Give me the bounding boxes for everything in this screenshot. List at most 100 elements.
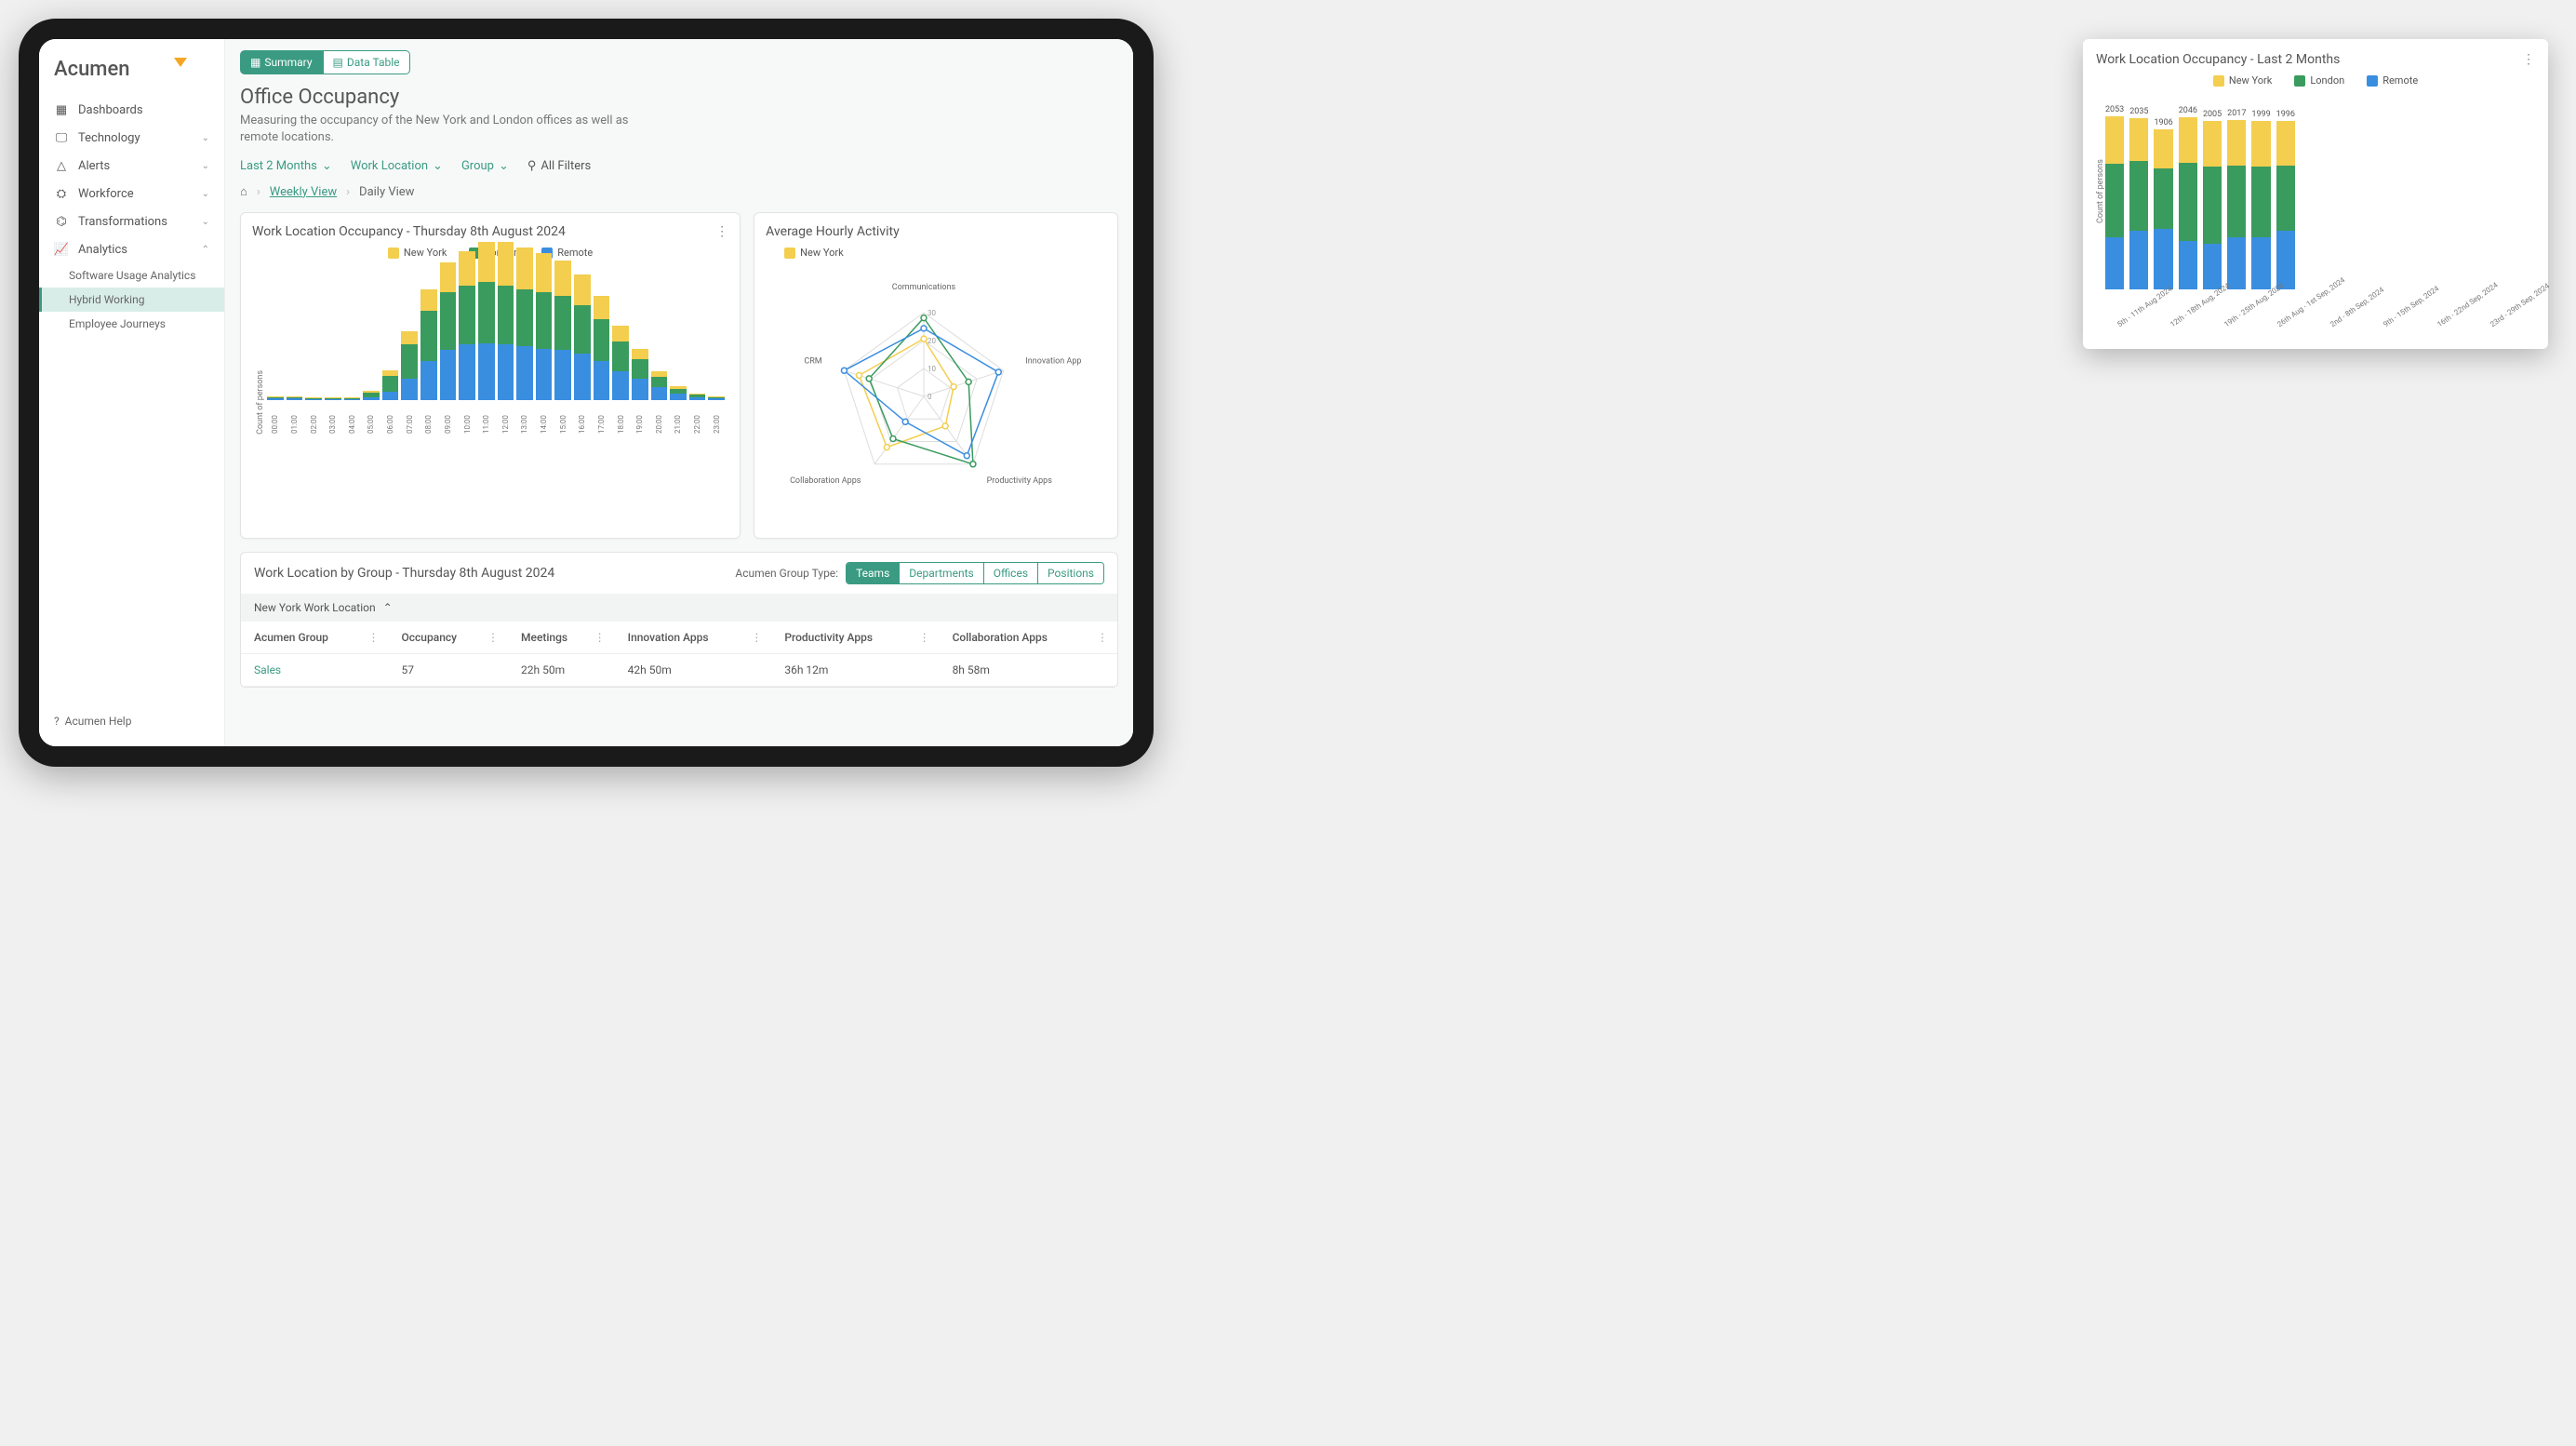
weekly-popup-card: Work Location Occupancy - Last 2 Months⋮…	[2083, 39, 2548, 349]
alert-icon: △	[54, 158, 69, 173]
x-tick-label: 00:00	[271, 406, 279, 434]
nav-item-analytics[interactable]: 📈Analytics⌃	[39, 235, 224, 263]
column-menu-icon[interactable]: ⋮	[594, 631, 606, 644]
all-filters-button[interactable]: ⚲All Filters	[527, 159, 591, 173]
bar-segment	[516, 248, 533, 289]
bar-segment	[440, 262, 457, 292]
bar-segment	[708, 398, 725, 400]
bar-segment	[478, 242, 495, 282]
radar-point	[921, 337, 927, 342]
radar-point	[970, 462, 976, 467]
x-tick-label: 9th - 15th Sep, 2024	[2382, 301, 2417, 328]
bar-segment	[363, 397, 380, 401]
bar-column: 22:00	[689, 394, 706, 435]
chevron-down-icon: ⌄	[433, 159, 443, 173]
column-menu-icon[interactable]: ⋮	[487, 631, 499, 644]
bar-column: 1996	[2276, 110, 2295, 289]
bar-segment	[594, 361, 610, 401]
column-header[interactable]: Productivity Apps⋮	[771, 622, 939, 654]
cell-occupancy: 57	[389, 654, 509, 687]
bar-column: 08:00	[420, 289, 437, 435]
bar-total-label: 2035	[2129, 107, 2148, 116]
cell-group[interactable]: Sales	[241, 654, 389, 687]
bar-segment	[401, 379, 418, 400]
tab-positions[interactable]: Positions	[1037, 563, 1103, 583]
bar-segment	[632, 359, 648, 380]
column-header[interactable]: Meetings⋮	[508, 622, 615, 654]
x-tick-label: 22:00	[693, 406, 701, 434]
column-header[interactable]: Innovation Apps⋮	[615, 622, 772, 654]
bar-segment	[2203, 121, 2222, 167]
radar-point	[921, 315, 927, 321]
help-link[interactable]: ?Acumen Help	[54, 715, 131, 728]
bar-segment	[382, 392, 399, 400]
bar-segment	[2251, 167, 2270, 237]
filter-period[interactable]: Last 2 Months⌄	[240, 159, 332, 173]
radar-point	[884, 445, 889, 450]
bar-segment	[689, 397, 706, 401]
column-menu-icon[interactable]: ⋮	[1097, 631, 1108, 644]
chevron-down-icon: ⌄	[202, 217, 209, 227]
nav-item-workforce[interactable]: ⛭Workforce⌄	[39, 180, 224, 208]
popup-menu-button[interactable]: ⋮	[2522, 52, 2535, 67]
bar-segment	[516, 346, 533, 400]
legend-swatch-ldn	[2294, 75, 2305, 87]
column-header[interactable]: Collaboration Apps⋮	[940, 622, 1117, 654]
tab-offices[interactable]: Offices	[983, 563, 1037, 583]
column-menu-icon[interactable]: ⋮	[919, 631, 930, 644]
x-tick-label: 19th - 25th Aug, 2024	[2222, 301, 2258, 328]
bar-segment	[2251, 237, 2270, 289]
bar-column: 18:00	[612, 326, 629, 434]
bar-segment	[2105, 237, 2124, 289]
card-menu-button[interactable]: ⋮	[715, 224, 728, 239]
breadcrumb-weekly[interactable]: Weekly View	[270, 185, 337, 199]
bar-segment	[632, 349, 648, 359]
tab-teams[interactable]: Teams	[847, 563, 899, 583]
bar-column: 15:00	[554, 261, 571, 435]
x-tick-label: 10:00	[463, 406, 472, 434]
bar-total-label: 2053	[2105, 105, 2124, 114]
nav-item-transformations[interactable]: ⌬Transformations⌄	[39, 208, 224, 235]
bar-column: 03:00	[325, 397, 341, 434]
nav-item-alerts[interactable]: △Alerts⌄	[39, 152, 224, 180]
bar-segment	[651, 377, 668, 388]
nav-sub-employee-journeys[interactable]: Employee Journeys	[39, 312, 224, 336]
tab-departments[interactable]: Departments	[899, 563, 982, 583]
bar-segment	[498, 344, 514, 400]
column-header[interactable]: Occupancy⋮	[389, 622, 509, 654]
x-tick-label: 02:00	[310, 406, 318, 434]
x-tick-label: 19:00	[635, 406, 644, 434]
radar-tick: 10	[928, 365, 936, 373]
nav-item-dashboards[interactable]: ▦Dashboards	[39, 96, 224, 124]
bar-segment	[2227, 237, 2246, 289]
filter-group[interactable]: Group⌄	[461, 159, 509, 173]
bar-segment	[554, 296, 571, 350]
bar-segment	[2276, 166, 2295, 231]
bar-segment	[478, 282, 495, 343]
cell-productivity: 36h 12m	[771, 654, 939, 687]
home-icon[interactable]: ⌂	[240, 184, 247, 199]
bar-segment	[651, 387, 668, 400]
nav-item-technology[interactable]: 🖵Technology⌄	[39, 124, 224, 152]
x-tick-label: 08:00	[424, 406, 433, 434]
nav-sub-hybrid-working[interactable]: Hybrid Working	[39, 288, 224, 312]
chevron-down-icon: ⌄	[322, 159, 332, 173]
nav-sub-software-usage-analytics[interactable]: Software Usage Analytics	[39, 263, 224, 288]
chart-icon: 📈	[54, 242, 69, 257]
column-menu-icon[interactable]: ⋮	[368, 631, 380, 644]
summary-tab[interactable]: ▦Summary	[240, 50, 323, 74]
table-row[interactable]: Sales 57 22h 50m 42h 50m 36h 12m 8h 58m	[241, 654, 1117, 687]
column-header[interactable]: Acumen Group⋮	[241, 622, 389, 654]
radar-axis-label: Collaboration Apps	[790, 476, 861, 486]
x-tick-label: 11:00	[482, 406, 490, 434]
x-tick-label: 23:00	[713, 406, 721, 434]
filter-location[interactable]: Work Location⌄	[351, 159, 443, 173]
table-section-header[interactable]: New York Work Location⌃	[241, 594, 1117, 622]
bar-segment	[594, 319, 610, 361]
bar-segment	[574, 274, 591, 304]
datatable-tab[interactable]: ▤Data Table	[323, 50, 410, 74]
bar-segment	[2227, 166, 2246, 237]
column-menu-icon[interactable]: ⋮	[751, 631, 762, 644]
group-card: Work Location by Group - Thursday 8th Au…	[240, 552, 1118, 688]
cell-innovation: 42h 50m	[615, 654, 772, 687]
